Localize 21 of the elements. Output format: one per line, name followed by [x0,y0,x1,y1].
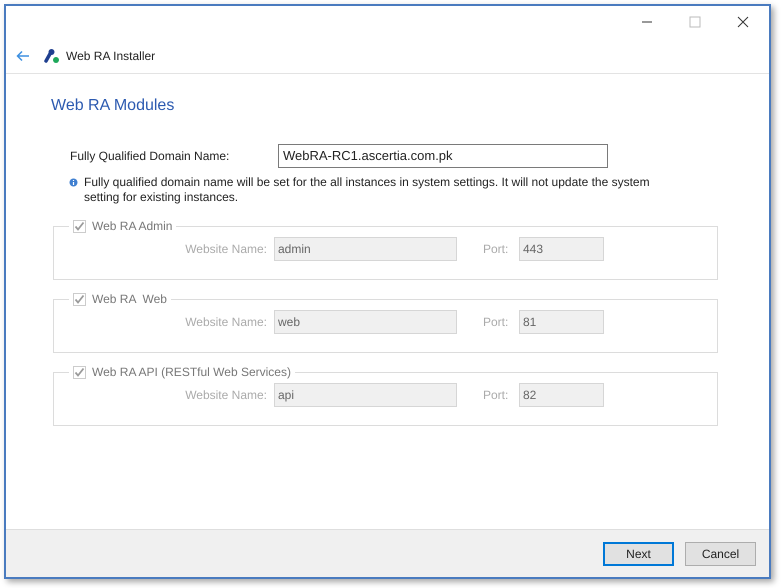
module-name: Web RA API (RESTful Web Services) [92,364,291,381]
dialog-button[interactable]: Cancel [685,542,756,566]
app-logo-icon [42,48,60,64]
domain-name-field[interactable]: WebRA-RC1.ascertia.com.pk [278,144,608,168]
page-heading: Web RA Modules [51,96,176,116]
field-label: Fully Qualified Domain Name: [70,148,230,165]
dialog-button[interactable]: Next [603,542,674,566]
info-icon [69,178,78,187]
module-name: Web RA Web [92,291,167,308]
window-title: Web RA Installer [66,48,156,64]
field-label: Port: [483,314,510,331]
field-label: Port: [483,241,510,258]
module-name: Web RA Admin [92,218,172,235]
field-label: Website Name: [184,387,268,404]
maximize-icon[interactable] [689,16,701,28]
field-label: Website Name: [184,314,268,331]
field-label: Port: [483,387,510,404]
close-icon[interactable] [737,16,749,28]
info-text: Fully qualified domain name will be set for the all instances in system settings. It will not update the system setting for existing instances. [84,175,651,205]
field-label: Website Name: [184,241,268,258]
back-arrow-icon[interactable] [16,50,30,62]
